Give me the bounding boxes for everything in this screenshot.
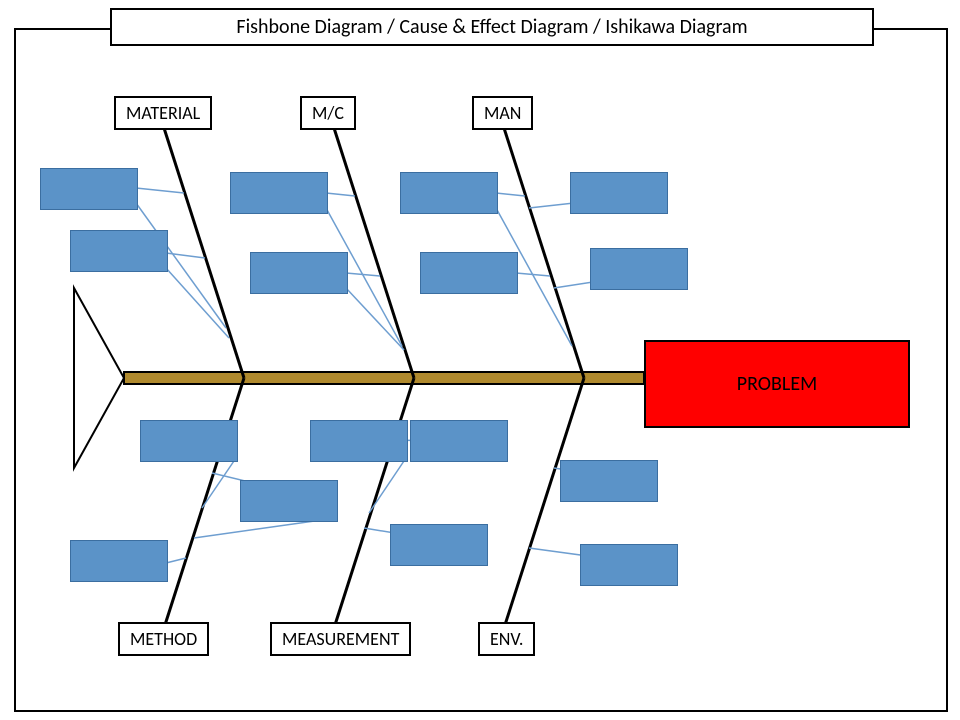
cause-box xyxy=(230,172,328,214)
category-man: MAN xyxy=(472,96,533,130)
cause-box xyxy=(40,168,138,210)
bone-material xyxy=(164,128,244,378)
problem-box: PROBLEM xyxy=(644,340,910,428)
bone-measurement xyxy=(334,378,414,628)
category-material: MATERIAL xyxy=(114,96,212,130)
bone-method xyxy=(164,378,244,628)
category-mc: M/C xyxy=(300,96,356,130)
cause-box xyxy=(410,420,508,462)
cause-box xyxy=(310,420,408,462)
diagram-title: Fishbone Diagram / Cause & Effect Diagra… xyxy=(110,8,874,46)
fish-tail xyxy=(74,288,124,468)
cause-box xyxy=(390,524,488,566)
cause-box xyxy=(70,540,168,582)
cause-box xyxy=(420,252,518,294)
cause-box xyxy=(240,480,338,522)
fish-spine xyxy=(124,372,644,384)
cause-box xyxy=(250,252,348,294)
category-env: ENV. xyxy=(478,622,535,656)
cause-box xyxy=(560,460,658,502)
category-method: METHOD xyxy=(118,622,209,656)
cause-box xyxy=(140,420,238,462)
category-measurement: MEASUREMENT xyxy=(270,622,411,656)
cause-box xyxy=(400,172,498,214)
cause-box xyxy=(590,248,688,290)
bone-env xyxy=(504,378,584,628)
cause-box xyxy=(580,544,678,586)
cause-box xyxy=(70,230,168,272)
cause-box xyxy=(570,172,668,214)
